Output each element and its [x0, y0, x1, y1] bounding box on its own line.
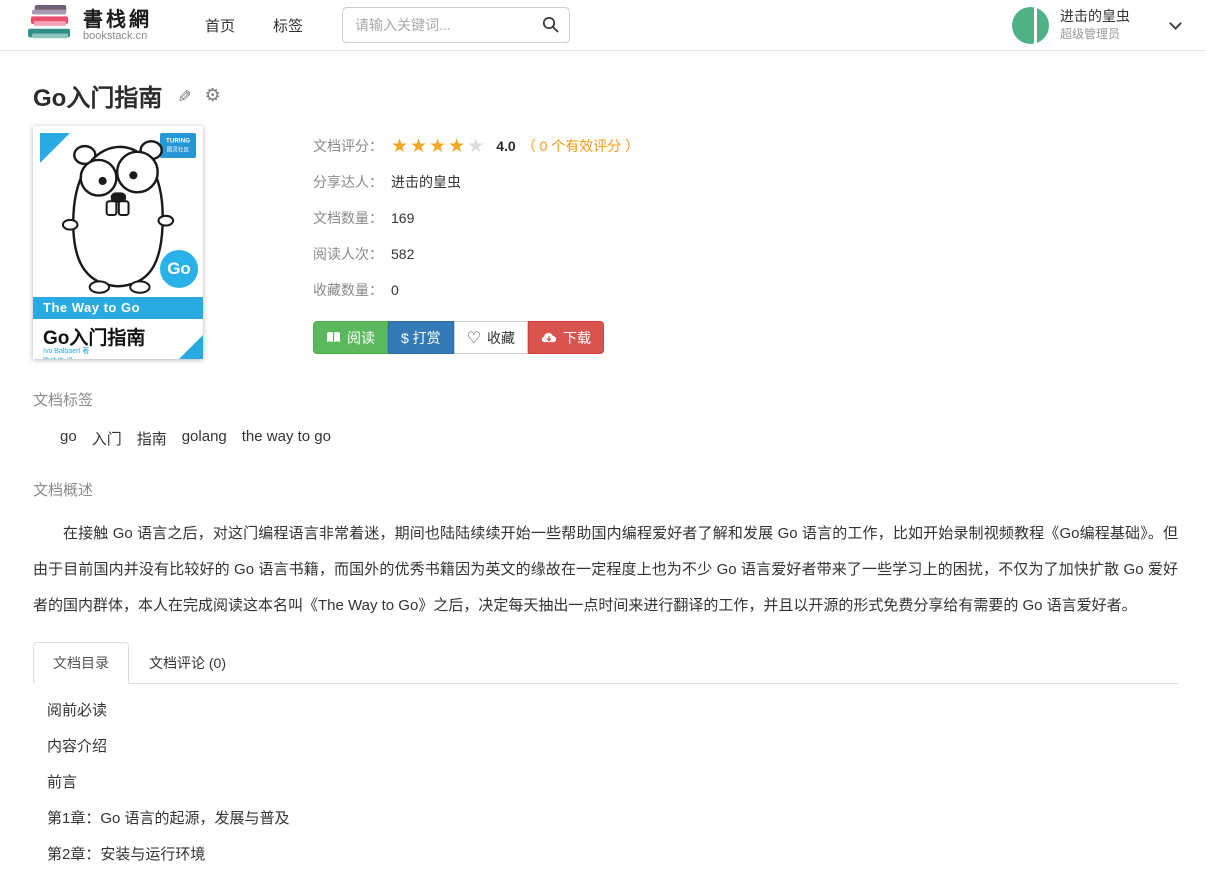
download-button[interactable]: 下载 [528, 321, 604, 354]
user-menu[interactable]: 进击的皇虫 超级管理员 [1012, 7, 1184, 44]
nav-link[interactable]: 标签 [273, 15, 303, 36]
book-detail-page: Go入门指南 TURING 图灵社区 [0, 78, 1206, 873]
toc-item[interactable]: 前言 [47, 765, 1178, 801]
edit-icon[interactable] [176, 86, 190, 106]
user-name: 进击的皇虫 [1060, 7, 1130, 26]
toc-item[interactable]: 阅前必读 [47, 693, 1178, 729]
toc-item[interactable]: 第1章：Go 语言的起源，发展与普及 [47, 801, 1178, 837]
go-logo-badge: Go [158, 248, 200, 290]
book-info-row: 文档数量： 169 [313, 200, 639, 236]
tag-link[interactable]: 指南 [137, 428, 167, 449]
page-title-row: Go入门指南 [33, 78, 1178, 113]
tag-link[interactable]: the way to go [242, 428, 331, 449]
tab-comments[interactable]: 文档评论 (0) [129, 642, 246, 684]
read-button[interactable]: 阅读 [313, 321, 388, 354]
tab-toc[interactable]: 文档目录 [33, 642, 129, 684]
book-stack-logo-icon [26, 4, 74, 47]
rating-note: （ 0 个有效评分 ） [522, 136, 639, 156]
toc-list: 阅前必读 内容介绍 前言 第1章：Go 语言的起源，发展与普及 第2章：安装与运… [33, 693, 1178, 873]
star-icon[interactable] [448, 137, 467, 156]
book-cover[interactable]: TURING 图灵社区 [33, 126, 203, 359]
cover-banner: The Way to Go [33, 297, 203, 319]
book-action-buttons: 阅读 $ 打赏 收藏 下载 [313, 321, 604, 354]
user-avatar[interactable] [1012, 7, 1049, 44]
info-label: 阅读人次： [313, 244, 383, 264]
tag-link[interactable]: go [60, 428, 77, 449]
book-info-row: 阅读人次： 582 [313, 236, 639, 272]
book-info-row: 分享达人： 进击的皇虫 [313, 164, 639, 200]
star-icon[interactable] [429, 137, 448, 156]
tag-list: go 入门 指南 golang the way to go [33, 428, 1178, 449]
nav-link[interactable]: 首页 [205, 15, 235, 36]
rating-stars [391, 137, 486, 156]
site-logo[interactable]: 書栈網 bookstack.cn [26, 4, 152, 47]
star-icon[interactable] [391, 137, 410, 156]
overview-heading: 文档概述 [33, 479, 1178, 500]
book-info-panel: 文档评分： 4.0 （ 0 个有效评分 ） 分享达人： 进击的皇虫 文档数量： … [313, 126, 639, 359]
site-domain: bookstack.cn [83, 30, 152, 42]
toc-item[interactable]: 第2章：安装与运行环境 [47, 837, 1178, 873]
star-icon[interactable] [467, 137, 486, 156]
rating-value: 4.0 [496, 138, 515, 154]
tags-heading: 文档标签 [33, 389, 1178, 410]
gear-icon[interactable] [205, 85, 221, 106]
reward-button[interactable]: $ 打赏 [388, 321, 454, 354]
rating-row: 文档评分： 4.0 （ 0 个有效评分 ） [313, 128, 639, 164]
user-role: 超级管理员 [1060, 26, 1130, 42]
top-navbar: 書栈網 bookstack.cn 首页 标签 进击的皇虫 超级管理员 [0, 0, 1206, 51]
favorite-button[interactable]: 收藏 [454, 321, 528, 354]
page-title: Go入门指南 [33, 78, 162, 113]
cover-title: Go入门指南 [43, 323, 145, 350]
site-title: 書栈網 [83, 8, 152, 30]
search-icon[interactable] [542, 16, 559, 36]
search-input[interactable] [342, 7, 570, 43]
info-value: 进击的皇虫 [391, 172, 461, 192]
heart-icon [467, 328, 481, 348]
tag-link[interactable]: golang [182, 428, 227, 449]
book-info-row: 收藏数量： 0 [313, 272, 639, 308]
book-stats: 分享达人： 进击的皇虫 文档数量： 169 阅读人次： 582 收藏数 [313, 164, 639, 308]
tag-link[interactable]: 入门 [92, 428, 122, 449]
info-label: 分享达人： [313, 172, 383, 192]
cover-credits: Ivo Balbaert 著 陈佳栋 译 [43, 347, 89, 359]
overview-text: 在接触 Go 语言之后，对这门编程语言非常着迷，期间也陆陆续续开始一些帮助国内编… [33, 516, 1178, 624]
info-value: 169 [391, 210, 414, 226]
star-icon[interactable] [410, 137, 429, 156]
rating-label: 文档评分： [313, 136, 383, 156]
info-label: 文档数量： [313, 208, 383, 228]
toc-item[interactable]: 内容介绍 [47, 729, 1178, 765]
cover-corner-decoration [179, 335, 203, 359]
main-nav: 首页 标签 [186, 15, 322, 36]
cloud-download-icon [541, 331, 557, 344]
info-value: 582 [391, 246, 414, 262]
book-icon [326, 331, 341, 344]
info-value: 0 [391, 282, 399, 298]
info-label: 收藏数量： [313, 280, 383, 300]
chevron-down-icon[interactable] [1169, 17, 1182, 30]
content-tabs: 文档目录 文档评论 (0) [33, 642, 1178, 684]
search-box [342, 7, 570, 43]
